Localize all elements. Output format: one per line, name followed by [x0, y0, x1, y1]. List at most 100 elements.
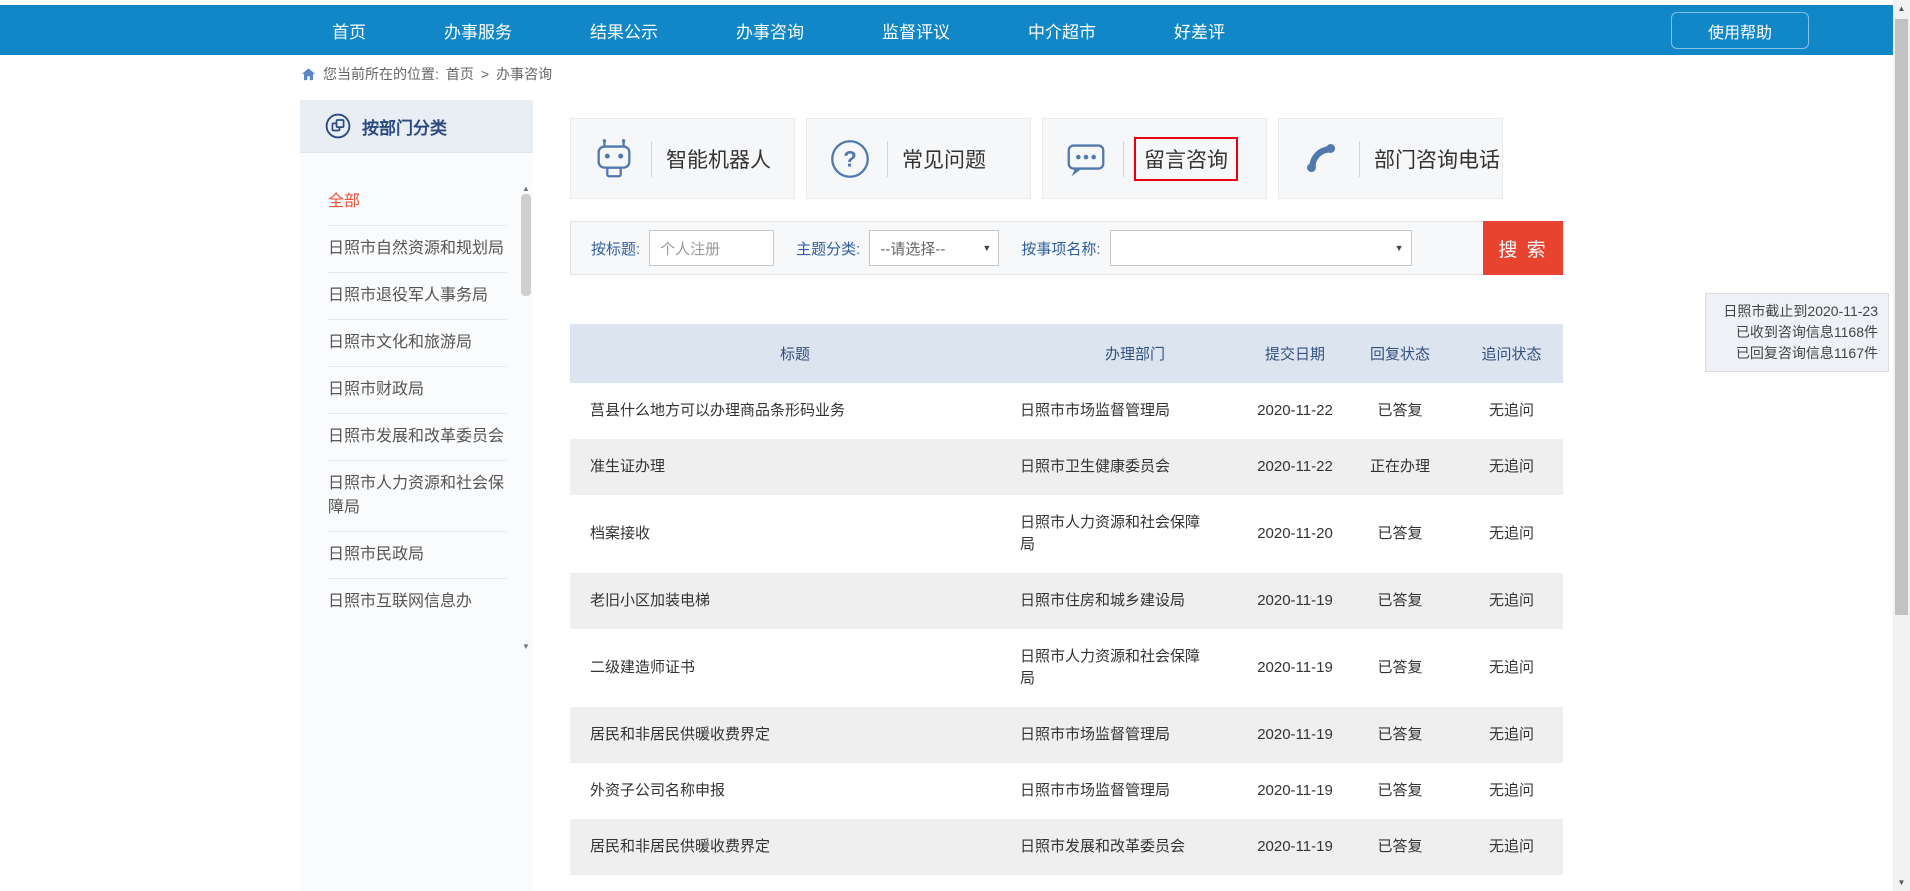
cell-title[interactable]: 老旧小区加装电梯	[570, 573, 1020, 629]
tab-divider	[1359, 141, 1360, 177]
tab-label: 留言咨询	[1144, 149, 1228, 172]
sidebar-scroll-up-icon[interactable]: ▲	[520, 182, 532, 194]
sidebar-item[interactable]: 日照市退役军人事务局	[328, 273, 507, 320]
breadcrumb-current[interactable]: 办事咨询	[496, 64, 552, 84]
nav-item[interactable]: 好差评	[1174, 18, 1225, 43]
search-category-label: 主题分类:	[796, 238, 860, 259]
nav-item[interactable]: 首页	[332, 18, 366, 43]
top-navbar: 首页 办事服务 结果公示 办事咨询 监督评议 中介超市 好差评 使用帮助	[0, 5, 1910, 55]
nav-item[interactable]: 监督评议	[882, 18, 950, 43]
table-row: 居民和非居民供暖收费界定日照市市场监督管理局2020-11-19已答复无追问	[570, 707, 1563, 763]
cell-department: 日照市住房和城乡建设局	[1020, 573, 1250, 629]
cell-title[interactable]: 准生证办理	[570, 439, 1020, 495]
cell-date: 2020-11-20	[1250, 495, 1340, 573]
column-header: 回复状态	[1340, 324, 1460, 383]
search-button[interactable]: 搜 索	[1483, 221, 1563, 275]
sidebar-header: 按部门分类	[300, 100, 533, 153]
nav-menu: 首页 办事服务 结果公示 办事咨询 监督评议 中介超市 好差评	[0, 5, 1910, 55]
cell-followup_status: 无追问	[1460, 439, 1563, 495]
sidebar-scroll-down-icon[interactable]: ▼	[520, 640, 532, 652]
chat-icon	[1063, 136, 1109, 182]
tab-message-consult[interactable]: 留言咨询	[1042, 118, 1267, 199]
cell-followup_status: 无追问	[1460, 763, 1563, 819]
cell-date: 2020-11-19	[1250, 763, 1340, 819]
nav-item[interactable]: 办事咨询	[736, 18, 804, 43]
nav-item[interactable]: 办事服务	[444, 18, 512, 43]
scrollbar-thumb[interactable]	[1895, 19, 1908, 615]
consultation-table: 标题办理部门提交日期回复状态追问状态 莒县什么地方可以办理商品条形码业务日照市市…	[570, 324, 1563, 875]
page-scrollbar[interactable]: ▲ ▼	[1893, 0, 1910, 891]
sidebar-item[interactable]: 日照市财政局	[328, 367, 507, 414]
column-header: 标题	[570, 324, 1020, 383]
highlight-box: 留言咨询	[1134, 137, 1238, 181]
search-title-input[interactable]	[649, 230, 774, 266]
help-button[interactable]: 使用帮助	[1671, 12, 1809, 49]
stats-line: 已回复咨询信息1167件	[1716, 343, 1878, 364]
cell-title[interactable]: 二级建造师证书	[570, 629, 1020, 707]
tab-phone-consult[interactable]: 部门咨询电话	[1278, 118, 1503, 199]
sidebar-item[interactable]: 日照市民政局	[328, 532, 507, 579]
robot-icon	[591, 136, 637, 182]
chevron-down-icon: ▼	[1395, 243, 1404, 253]
scroll-down-icon[interactable]: ▼	[1893, 874, 1910, 891]
cell-title[interactable]: 外资子公司名称申报	[570, 763, 1020, 819]
sidebar-scrollbar-thumb[interactable]	[521, 194, 531, 296]
tab-divider	[1123, 141, 1124, 177]
cell-followup_status: 无追问	[1460, 383, 1563, 439]
stats-line: 已收到咨询信息1168件	[1716, 322, 1878, 343]
breadcrumb-separator: >	[481, 66, 489, 82]
tab-divider	[887, 141, 888, 177]
cell-title[interactable]: 居民和非居民供暖收费界定	[570, 707, 1020, 763]
cell-followup_status: 无追问	[1460, 629, 1563, 707]
item-name-select[interactable]: ▼	[1110, 230, 1412, 266]
scroll-up-icon[interactable]: ▲	[1893, 0, 1910, 17]
table-row: 外资子公司名称申报日照市市场监督管理局2020-11-19已答复无追问	[570, 763, 1563, 819]
cell-followup_status: 无追问	[1460, 573, 1563, 629]
sidebar-item[interactable]: 日照市发展和改革委员会	[328, 414, 507, 461]
table-row: 莒县什么地方可以办理商品条形码业务日照市市场监督管理局2020-11-22已答复…	[570, 383, 1563, 439]
nav-item[interactable]: 结果公示	[590, 18, 658, 43]
tab-divider	[651, 141, 652, 177]
category-select[interactable]: --请选择-- ▼	[869, 230, 999, 266]
cell-department: 日照市人力资源和社会保障局	[1020, 495, 1250, 573]
tab-faq[interactable]: ? 常见问题	[806, 118, 1031, 199]
chevron-down-icon: ▼	[982, 243, 991, 253]
cell-date: 2020-11-19	[1250, 629, 1340, 707]
cell-reply_status: 已答复	[1340, 383, 1460, 439]
cell-department: 日照市发展和改革委员会	[1020, 819, 1250, 875]
cell-department: 日照市卫生健康委员会	[1020, 439, 1250, 495]
cell-department: 日照市市场监督管理局	[1020, 763, 1250, 819]
cell-department: 日照市人力资源和社会保障局	[1020, 629, 1250, 707]
search-bar: 按标题: 主题分类: --请选择-- ▼ 按事项名称: ▼ 搜 索	[570, 221, 1563, 275]
sidebar-item[interactable]: 日照市自然资源和规划局	[328, 226, 507, 273]
cell-department: 日照市市场监督管理局	[1020, 707, 1250, 763]
search-title-label: 按标题:	[591, 238, 640, 259]
table-row: 档案接收日照市人力资源和社会保障局2020-11-20已答复无追问	[570, 495, 1563, 573]
cell-followup_status: 无追问	[1460, 707, 1563, 763]
breadcrumb: 您当前所在的位置: 首页 > 办事咨询	[301, 64, 552, 84]
question-icon: ?	[827, 136, 873, 182]
table-body: 莒县什么地方可以办理商品条形码业务日照市市场监督管理局2020-11-22已答复…	[570, 383, 1563, 875]
column-header: 提交日期	[1250, 324, 1340, 383]
table-row: 居民和非居民供暖收费界定日照市发展和改革委员会2020-11-19已答复无追问	[570, 819, 1563, 875]
column-header: 追问状态	[1460, 324, 1563, 383]
cell-department: 日照市市场监督管理局	[1020, 383, 1250, 439]
table-header-row: 标题办理部门提交日期回复状态追问状态	[570, 324, 1563, 383]
cell-date: 2020-11-22	[1250, 383, 1340, 439]
tab-smart-robot[interactable]: 智能机器人	[570, 118, 795, 199]
cell-reply_status: 已答复	[1340, 629, 1460, 707]
cell-reply_status: 已答复	[1340, 763, 1460, 819]
cell-title[interactable]: 居民和非居民供暖收费界定	[570, 819, 1020, 875]
breadcrumb-home-link[interactable]: 首页	[446, 64, 474, 84]
sidebar-item[interactable]: 日照市人力资源和社会保障局	[328, 461, 507, 532]
cell-title[interactable]: 莒县什么地方可以办理商品条形码业务	[570, 383, 1020, 439]
cell-reply_status: 已答复	[1340, 819, 1460, 875]
sidebar-item[interactable]: 日照市互联网信息办	[328, 579, 507, 625]
nav-item[interactable]: 中介超市	[1028, 18, 1096, 43]
table-row: 老旧小区加装电梯日照市住房和城乡建设局2020-11-19已答复无追问	[570, 573, 1563, 629]
sidebar-title: 按部门分类	[362, 114, 447, 139]
column-header: 办理部门	[1020, 324, 1250, 383]
sidebar-item[interactable]: 全部	[328, 179, 507, 226]
cell-title[interactable]: 档案接收	[570, 495, 1020, 573]
sidebar-item[interactable]: 日照市文化和旅游局	[328, 320, 507, 367]
